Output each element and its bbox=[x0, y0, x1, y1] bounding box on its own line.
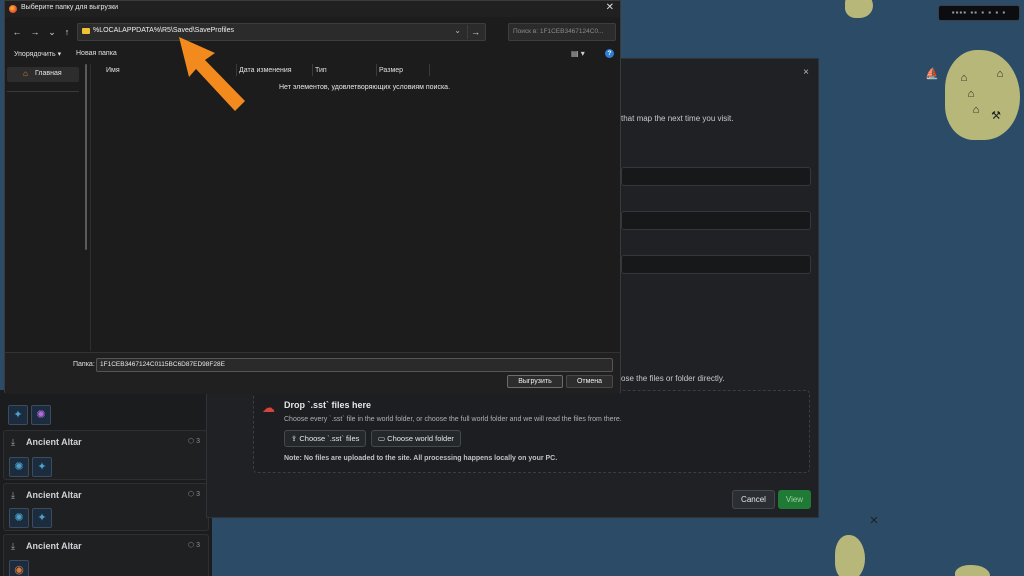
cloud-upload-icon: ☁ bbox=[262, 400, 275, 415]
recent-chevron-icon[interactable]: ⌄ bbox=[46, 25, 58, 39]
drop-zone-title: Drop `.sst` files here bbox=[284, 400, 372, 410]
map-island bbox=[845, 0, 873, 18]
modal-close-icon[interactable]: × bbox=[803, 67, 809, 78]
go-arrow-icon[interactable]: → bbox=[467, 25, 483, 39]
dialog-cancel-button[interactable]: Отмена bbox=[566, 375, 613, 388]
altar-item-thumbnail[interactable]: ✦ bbox=[32, 457, 52, 477]
village-marker-icon[interactable]: ⌂ bbox=[994, 68, 1006, 80]
portal-marker-icon[interactable]: ⚒ bbox=[990, 110, 1002, 122]
modal-field[interactable] bbox=[621, 211, 811, 230]
up-arrow-icon[interactable]: ↑ bbox=[61, 25, 73, 39]
modal-cancel-button[interactable]: Cancel bbox=[732, 490, 775, 509]
village-marker-icon[interactable]: ⌂ bbox=[958, 72, 970, 84]
altar-list-panel: ✦ ✺ ⤓ Ancient Altar ⬡ 3 ✺ ✦ ⤓ Ancient Al… bbox=[0, 390, 212, 576]
select-folder-button[interactable]: Выгрузить bbox=[507, 375, 563, 388]
modal-field[interactable] bbox=[621, 255, 811, 274]
annotation-arrow-icon bbox=[179, 37, 245, 111]
folder-field-label: Папка: bbox=[73, 361, 95, 368]
altar-item-thumbnail[interactable]: ✦ bbox=[8, 405, 28, 425]
navigation-pane: ⌂ Главная bbox=[7, 64, 87, 351]
altar-item-thumbnail[interactable]: ✺ bbox=[31, 405, 51, 425]
altar-title: Ancient Altar bbox=[26, 437, 82, 447]
village-marker-icon[interactable]: ⌂ bbox=[970, 104, 982, 116]
map-island bbox=[835, 535, 865, 576]
ship-marker-icon[interactable]: ⛵ bbox=[925, 68, 939, 80]
drop-zone-description: Choose every `.sst` file in the world fo… bbox=[284, 416, 622, 423]
altar-card[interactable]: ⤓ Ancient Altar ⬡ 3 ✺ ✦ bbox=[3, 430, 209, 480]
file-list[interactable]: Имя Дата изменения Тип Размер Нет элемен… bbox=[90, 64, 620, 351]
home-icon: ⌂ bbox=[23, 69, 28, 78]
new-folder-button[interactable]: Новая папка bbox=[76, 50, 117, 57]
forward-arrow-icon[interactable]: → bbox=[29, 25, 41, 39]
download-icon[interactable]: ⤓ bbox=[11, 541, 15, 552]
annotation-arrow-shape bbox=[179, 37, 245, 111]
map-island bbox=[945, 50, 1020, 140]
modal-hint-text: that map the next time you visit. bbox=[621, 114, 734, 123]
help-icon[interactable]: ? bbox=[605, 49, 614, 58]
modal-field[interactable] bbox=[621, 167, 811, 186]
column-divider[interactable] bbox=[376, 64, 377, 76]
empty-list-message: Нет элементов, удовлетворяющих условиям … bbox=[279, 84, 451, 91]
sst-drop-zone[interactable]: ☁ Drop `.sst` files here Choose every `.… bbox=[253, 390, 810, 473]
map-coordinates-pill: ▪▪▪▪ ▪▪ ▪ ▪ ▪ ▪ bbox=[938, 5, 1020, 21]
altar-item-thumbnail[interactable]: ✺ bbox=[9, 508, 29, 528]
dialog-close-icon[interactable]: ✕ bbox=[606, 2, 614, 13]
column-divider[interactable] bbox=[312, 64, 313, 76]
column-divider[interactable] bbox=[429, 64, 430, 76]
back-arrow-icon[interactable]: ← bbox=[11, 25, 23, 39]
village-marker-icon[interactable]: ⌂ bbox=[965, 88, 977, 100]
altar-count-badge: ⬡ 3 bbox=[188, 491, 200, 498]
organize-menu[interactable]: Упорядочить ▾ bbox=[14, 50, 61, 58]
view-options-icon[interactable]: ▤ ▾ bbox=[571, 49, 585, 58]
altar-count-badge: ⬡ 3 bbox=[188, 438, 200, 445]
column-name-header[interactable]: Имя bbox=[106, 67, 120, 74]
download-icon[interactable]: ⤓ bbox=[11, 490, 15, 501]
choose-world-folder-label: Choose world folder bbox=[387, 434, 454, 443]
column-size-header[interactable]: Размер bbox=[379, 67, 403, 74]
firefox-icon bbox=[9, 5, 17, 13]
altar-card[interactable]: ⤓ Ancient Altar ⬡ 3 ✺ ✦ bbox=[3, 483, 209, 531]
sidebar-item-home[interactable]: ⌂ Главная bbox=[7, 67, 79, 82]
modal-hint-text: ose the files or folder directly. bbox=[621, 374, 725, 383]
folder-icon bbox=[82, 28, 90, 34]
altar-card[interactable]: ⤓ Ancient Altar ⬡ 3 ◉ bbox=[3, 534, 209, 576]
choose-sst-files-button[interactable]: ⇪ Choose `.sst` files bbox=[284, 430, 367, 447]
folder-picker-dialog: Выберите папку для выгрузки ✕ ← → ⌄ ↑ %L… bbox=[4, 0, 621, 394]
altar-title: Ancient Altar bbox=[26, 490, 82, 500]
sidebar-scrollbar[interactable] bbox=[85, 64, 87, 250]
sidebar-divider bbox=[7, 91, 79, 92]
altar-item-thumbnail[interactable]: ✺ bbox=[9, 457, 29, 477]
chevron-down-icon[interactable]: ⌄ bbox=[454, 26, 461, 35]
altar-title: Ancient Altar bbox=[26, 541, 82, 551]
altar-item-thumbnail[interactable]: ◉ bbox=[9, 560, 29, 576]
dialog-title: Выберите папку для выгрузки bbox=[21, 4, 119, 11]
download-icon[interactable]: ⤓ bbox=[11, 437, 15, 448]
map-island bbox=[955, 565, 990, 576]
modal-view-button[interactable]: View bbox=[778, 490, 811, 509]
dialog-titlebar[interactable]: Выберите папку для выгрузки ✕ bbox=[5, 1, 620, 17]
crossed-marker-icon[interactable]: ✕ bbox=[868, 515, 880, 527]
altar-item-thumbnail[interactable]: ✦ bbox=[32, 508, 52, 528]
choose-sst-files-label: Choose `.sst` files bbox=[299, 434, 360, 443]
privacy-note: Note: No files are uploaded to the site.… bbox=[284, 455, 558, 462]
column-type-header[interactable]: Тип bbox=[315, 67, 327, 74]
sidebar-item-label: Главная bbox=[35, 70, 62, 77]
folder-name-input[interactable]: 1F1CEB3467124C0115BC6D87ED98F28E bbox=[96, 358, 613, 372]
address-bar[interactable]: %LOCALAPPDATA%\R5\Saved\SaveProfiles ⌄ → bbox=[77, 23, 486, 41]
altar-count-badge: ⬡ 3 bbox=[188, 542, 200, 549]
address-path[interactable]: %LOCALAPPDATA%\R5\Saved\SaveProfiles bbox=[93, 27, 234, 34]
choose-world-folder-button[interactable]: ▭ Choose world folder bbox=[371, 430, 461, 447]
search-input[interactable]: Поиск в: 1F1CEB3467124C0... bbox=[508, 23, 616, 41]
dialog-footer: Папка: 1F1CEB3467124C0115BC6D87ED98F28E … bbox=[5, 352, 620, 394]
